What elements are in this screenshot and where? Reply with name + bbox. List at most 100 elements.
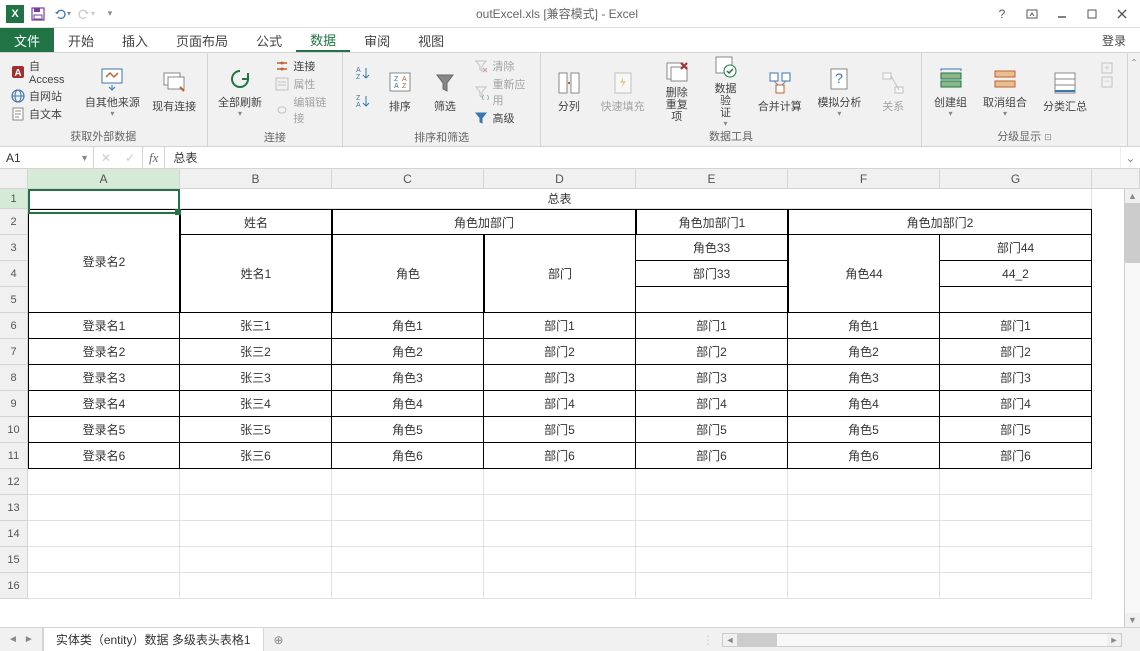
cell-E7[interactable]: 部门2 [636, 339, 788, 365]
cell-A8[interactable]: 登录名3 [28, 365, 180, 391]
tab-file[interactable]: 文件 [0, 28, 54, 52]
cell-F15[interactable] [788, 547, 940, 573]
tab-review[interactable]: 审阅 [350, 28, 404, 52]
scroll-down-arrow[interactable]: ▼ [1125, 613, 1140, 627]
cell-F11[interactable]: 角色6 [788, 443, 940, 469]
relationships-button[interactable]: 关系 [871, 57, 915, 123]
cell-G13[interactable] [940, 495, 1092, 521]
row-header-13[interactable]: 13 [0, 495, 28, 521]
col-header-C[interactable]: C [332, 169, 484, 189]
cell-E14[interactable] [636, 521, 788, 547]
cell-C11[interactable]: 角色6 [332, 443, 484, 469]
what-if-button[interactable]: ?模拟分析▾ [812, 57, 868, 123]
cell-F12[interactable] [788, 469, 940, 495]
cell-D12[interactable] [484, 469, 636, 495]
reapply-button[interactable]: 重新应用 [469, 75, 534, 109]
cell-G15[interactable] [940, 547, 1092, 573]
cell-A10[interactable]: 登录名5 [28, 417, 180, 443]
consolidate-button[interactable]: 合并计算 [752, 57, 808, 123]
row-header-15[interactable]: 15 [0, 547, 28, 573]
cell-A12[interactable] [28, 469, 180, 495]
cell-C16[interactable] [332, 573, 484, 599]
data-validation-button[interactable]: 数据验 证▾ [703, 57, 748, 123]
cell-B14[interactable] [180, 521, 332, 547]
redo-icon[interactable]: ▾ [76, 4, 96, 24]
expand-formula-bar-button[interactable]: ⌄ [1120, 147, 1140, 168]
cell-F10[interactable]: 角色5 [788, 417, 940, 443]
cell-E9[interactable]: 部门4 [636, 391, 788, 417]
cells-area[interactable]: 总表登录名2姓名角色加部门角色加部门1角色加部门2姓名1角色部门角色33角色44… [28, 189, 1140, 599]
col-header-B[interactable]: B [180, 169, 332, 189]
cell-D6[interactable]: 部门1 [484, 313, 636, 339]
cell-A15[interactable] [28, 547, 180, 573]
cell-E2[interactable]: 角色加部门1 [636, 209, 788, 235]
cell-D8[interactable]: 部门3 [484, 365, 636, 391]
cell-G14[interactable] [940, 521, 1092, 547]
show-detail-button[interactable]: + [1097, 61, 1121, 75]
flash-fill-button[interactable]: 快速填充 [595, 57, 651, 123]
cell-G4[interactable]: 44_2 [940, 261, 1092, 287]
row-header-12[interactable]: 12 [0, 469, 28, 495]
col-header-F[interactable]: F [788, 169, 940, 189]
row-header-4[interactable]: 4 [0, 261, 28, 287]
cell-D9[interactable]: 部门4 [484, 391, 636, 417]
row-header-14[interactable]: 14 [0, 521, 28, 547]
cell-A11[interactable]: 登录名6 [28, 443, 180, 469]
cell-E16[interactable] [636, 573, 788, 599]
help-button[interactable]: ? [988, 4, 1016, 24]
sort-button[interactable]: ZAAZ 排序 [379, 57, 420, 123]
cell-E8[interactable]: 部门3 [636, 365, 788, 391]
row-header-16[interactable]: 16 [0, 573, 28, 599]
cell-E3[interactable]: 角色33 [636, 235, 788, 261]
cell-B16[interactable] [180, 573, 332, 599]
cell-A1[interactable]: 总表 [28, 189, 1092, 209]
cell-B10[interactable]: 张三5 [180, 417, 332, 443]
cell-D16[interactable] [484, 573, 636, 599]
cell-E10[interactable]: 部门5 [636, 417, 788, 443]
horizontal-scrollbar[interactable]: ◄ ► [722, 633, 1122, 647]
cell-B7[interactable]: 张三2 [180, 339, 332, 365]
cell-E5[interactable] [636, 287, 788, 313]
cell-A14[interactable] [28, 521, 180, 547]
ungroup-button[interactable]: 取消组合▾ [977, 57, 1033, 123]
cell-A6[interactable]: 登录名1 [28, 313, 180, 339]
scroll-v-thumb[interactable] [1125, 203, 1140, 263]
cell-G12[interactable] [940, 469, 1092, 495]
connections-button[interactable]: 连接 [270, 57, 336, 75]
cell-C6[interactable]: 角色1 [332, 313, 484, 339]
cell-C13[interactable] [332, 495, 484, 521]
sheet-tab-active[interactable]: 实体类（entity）数据 多级表头表格1 [43, 627, 264, 651]
cell-E15[interactable] [636, 547, 788, 573]
cell-B2[interactable]: 姓名 [180, 209, 332, 235]
col-header-E[interactable]: E [636, 169, 788, 189]
hide-detail-button[interactable]: − [1097, 75, 1121, 89]
tab-formulas[interactable]: 公式 [242, 28, 296, 52]
cell-E12[interactable] [636, 469, 788, 495]
cell-F6[interactable]: 角色1 [788, 313, 940, 339]
cell-C7[interactable]: 角色2 [332, 339, 484, 365]
cell-A16[interactable] [28, 573, 180, 599]
excel-app-icon[interactable]: X [6, 5, 24, 23]
cell-D10[interactable]: 部门5 [484, 417, 636, 443]
sort-asc-button[interactable]: AZ [349, 63, 375, 83]
cell-D14[interactable] [484, 521, 636, 547]
cell-G8[interactable]: 部门3 [940, 365, 1092, 391]
cell-C9[interactable]: 角色4 [332, 391, 484, 417]
subtotal-button[interactable]: 分类汇总 [1037, 57, 1093, 123]
cell-G6[interactable]: 部门1 [940, 313, 1092, 339]
name-box[interactable]: A1▼ [0, 147, 94, 168]
fx-button[interactable]: fx [143, 147, 165, 168]
tab-insert[interactable]: 插入 [108, 28, 162, 52]
close-button[interactable] [1108, 4, 1136, 24]
cell-G9[interactable]: 部门4 [940, 391, 1092, 417]
row-header-10[interactable]: 10 [0, 417, 28, 443]
cell-G3[interactable]: 部门44 [940, 235, 1092, 261]
cell-E4[interactable]: 部门33 [636, 261, 788, 287]
cell-G11[interactable]: 部门6 [940, 443, 1092, 469]
from-access-button[interactable]: A自 Access [6, 57, 77, 87]
scroll-up-arrow[interactable]: ▲ [1125, 189, 1140, 203]
cell-A7[interactable]: 登录名2 [28, 339, 180, 365]
cell-F13[interactable] [788, 495, 940, 521]
cell-G7[interactable]: 部门2 [940, 339, 1092, 365]
tab-data[interactable]: 数据 [296, 28, 350, 52]
